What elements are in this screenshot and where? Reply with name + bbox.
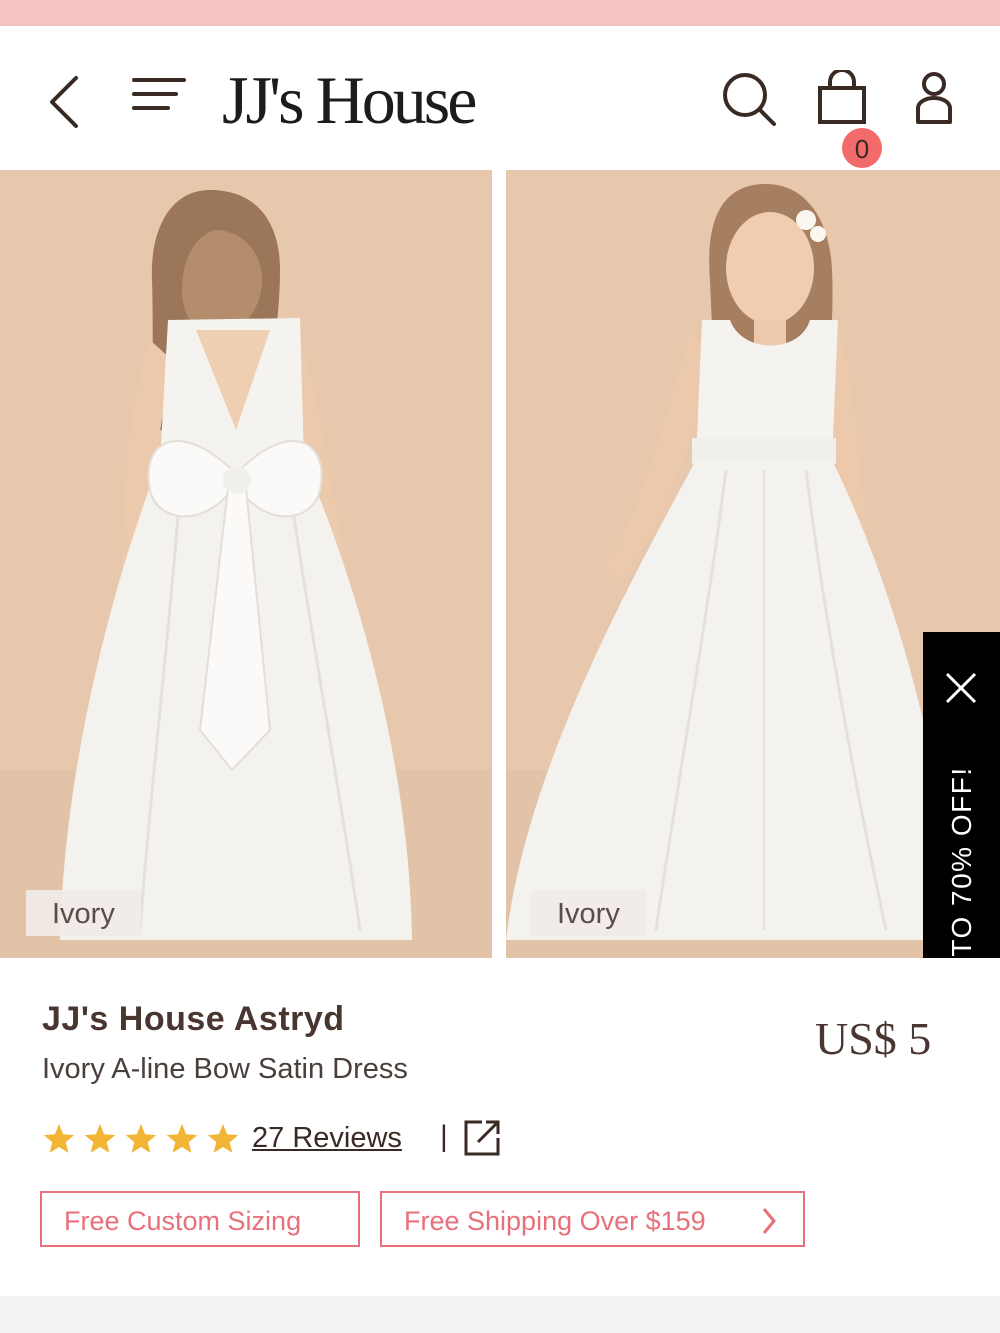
- cart-count-badge: 0: [842, 128, 882, 168]
- close-icon[interactable]: [943, 670, 979, 711]
- star-icon: [207, 1124, 239, 1153]
- free-shipping-label: Free Shipping Over $159: [404, 1206, 706, 1236]
- site-logo[interactable]: JJ's House: [222, 60, 477, 140]
- separator: |: [440, 1120, 448, 1153]
- cart-icon[interactable]: [816, 68, 868, 131]
- color-label: Ivory: [531, 890, 646, 936]
- star-icon: [84, 1124, 116, 1153]
- back-icon[interactable]: [40, 72, 90, 137]
- reviews-link[interactable]: 27 Reviews: [252, 1122, 402, 1155]
- free-custom-sizing-badge[interactable]: Free Custom Sizing: [40, 1191, 360, 1247]
- product-subtitle: Ivory A-line Bow Satin Dress: [42, 1053, 408, 1085]
- product-price: US$ 5: [815, 1013, 932, 1064]
- product-info: JJ's House Astryd Ivory A-line Bow Satin…: [0, 958, 1000, 1298]
- search-icon[interactable]: [720, 70, 780, 135]
- product-image-gallery[interactable]: Ivory Ivory: [0, 170, 1000, 1084]
- section-divider: [0, 1296, 1000, 1333]
- share-icon[interactable]: [462, 1118, 502, 1163]
- chevron-right-icon: [761, 1193, 777, 1268]
- menu-icon[interactable]: [130, 76, 190, 121]
- star-icon: [43, 1124, 75, 1153]
- product-title: JJ's House Astryd: [42, 1000, 345, 1038]
- color-label: Ivory: [26, 890, 141, 936]
- account-icon[interactable]: [914, 70, 954, 131]
- star-icon: [125, 1124, 157, 1153]
- top-banner-strip: [0, 0, 1000, 26]
- star-icon: [166, 1124, 198, 1153]
- free-shipping-badge[interactable]: Free Shipping Over $159: [380, 1191, 805, 1247]
- site-header: JJ's House 0: [0, 26, 1000, 171]
- rating-stars[interactable]: [42, 1122, 242, 1156]
- free-custom-sizing-label: Free Custom Sizing: [64, 1206, 302, 1236]
- product-image-back[interactable]: Ivory: [0, 170, 492, 958]
